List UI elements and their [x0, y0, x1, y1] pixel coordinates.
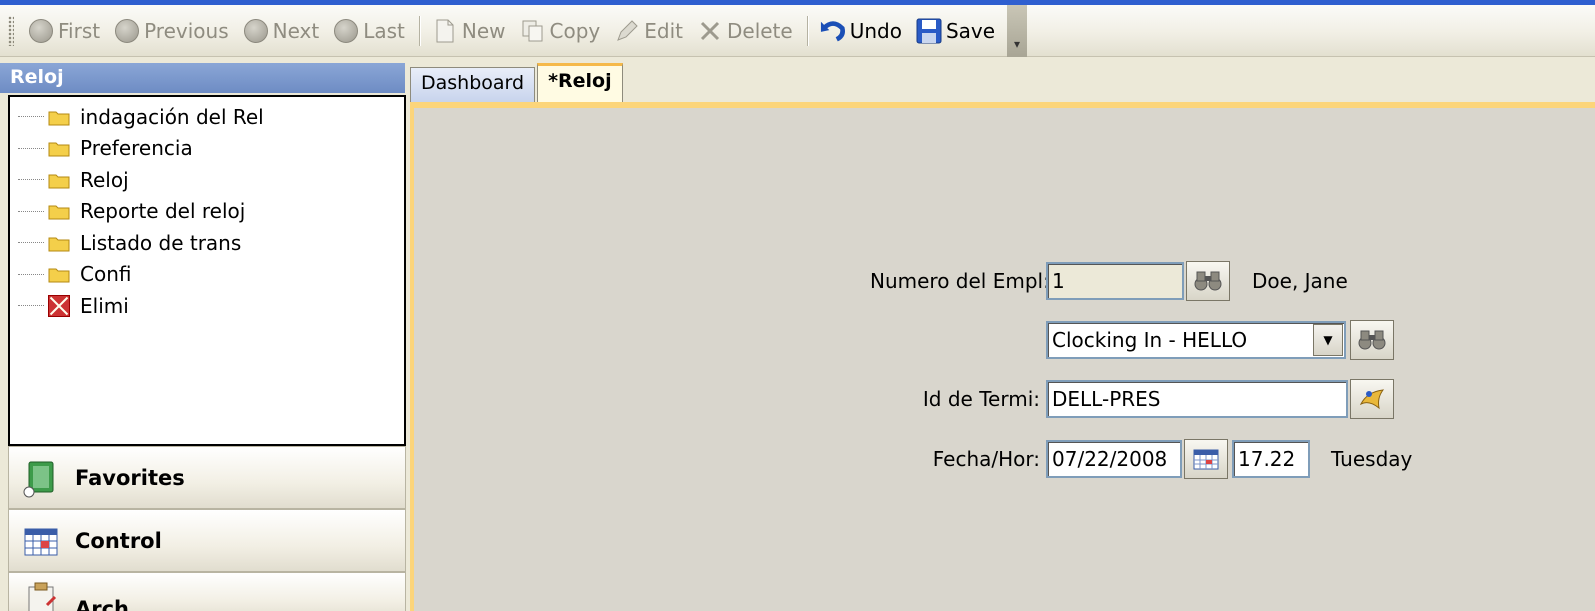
new-document-icon [432, 18, 458, 44]
edit-button[interactable]: Edit [608, 11, 689, 51]
folder-icon [48, 142, 70, 157]
previous-button[interactable]: Previous [108, 11, 235, 51]
clock-type-lookup-button[interactable] [1350, 320, 1394, 360]
undo-label: Undo [849, 18, 902, 43]
first-arrow-icon [28, 18, 54, 44]
weekday-text: Tuesday [1331, 447, 1413, 471]
folder-icon [48, 111, 70, 126]
tree-item-label: Reloj [80, 167, 129, 192]
undo-arrow-icon [820, 18, 846, 44]
app-window: First Previous Next Last New Copy Edit D… [0, 4, 1595, 611]
tab-reloj[interactable]: *Reloj [537, 63, 623, 103]
employee-lookup-button[interactable] [1186, 261, 1230, 301]
clipboard-icon [28, 582, 57, 611]
time-field[interactable]: 17.22 [1232, 440, 1310, 478]
tree-item[interactable]: Reporte del reloj [10, 196, 404, 228]
last-arrow-icon [333, 18, 359, 44]
date-field[interactable]: 07/22/2008 [1046, 440, 1182, 478]
nav-button-label: Control [75, 528, 162, 553]
nav-button-control[interactable]: Control [8, 509, 406, 572]
binoculars-icon [1194, 271, 1222, 291]
last-label: Last [363, 18, 405, 43]
last-button[interactable]: Last [327, 11, 411, 51]
new-button[interactable]: New [426, 11, 512, 51]
folder-icon [48, 237, 70, 252]
terminal-select-button[interactable] [1350, 379, 1394, 419]
save-button[interactable]: Save [910, 11, 1001, 51]
pencil-icon [614, 18, 640, 44]
next-button[interactable]: Next [237, 11, 326, 51]
calendar-icon [1193, 449, 1219, 470]
tree-connector [18, 210, 44, 212]
clock-form-panel: Numero del Empl: 1 Doe, Jane Clocking In… [410, 108, 1595, 611]
edit-label: Edit [644, 18, 683, 43]
calendar-grid-icon [24, 528, 58, 555]
document-tabs: Dashboard *Reloj [410, 63, 625, 103]
tree-item[interactable]: indagación del Rel [10, 101, 404, 133]
nav-button-label: Arch [75, 597, 130, 611]
terminal-id-label: Id de Termi: [922, 387, 1040, 411]
nav-button-label: Favorites [75, 465, 185, 490]
employee-number-field[interactable]: 1 [1046, 262, 1184, 300]
delete-label: Delete [726, 18, 793, 43]
navigation-tree: indagación del Rel Preferencia Reloj Rep… [8, 95, 406, 446]
tree-item[interactable]: Preferencia [10, 133, 404, 165]
copy-icon [520, 18, 546, 44]
toolbar-grip[interactable] [8, 15, 14, 46]
tree-item-label: Confi [80, 262, 132, 287]
floppy-disk-icon [916, 18, 942, 44]
terminal-id-field[interactable]: DELL-PRES [1046, 380, 1348, 418]
employee-number-label: Numero del Empl: [870, 269, 1050, 293]
notebook-icon [23, 461, 54, 497]
tree-connector [18, 273, 44, 275]
previous-arrow-icon [114, 18, 140, 44]
date-picker-button[interactable] [1184, 439, 1228, 479]
tree-connector [18, 116, 44, 118]
tree-item-label: Listado de trans [80, 230, 242, 255]
tree-connector [18, 179, 44, 181]
tree-item-label: Reporte del reloj [80, 199, 246, 224]
copy-button[interactable]: Copy [514, 11, 607, 51]
nav-button-arch[interactable]: Arch [8, 572, 406, 611]
chevron-down-icon[interactable]: ▼ [1313, 324, 1343, 356]
datetime-label: Fecha/Hor: [932, 447, 1040, 471]
record-toolbar: First Previous Next Last New Copy Edit D… [0, 4, 1595, 57]
folder-icon [48, 205, 70, 220]
folder-icon [48, 268, 70, 283]
save-label: Save [945, 18, 996, 43]
next-arrow-icon [243, 18, 269, 44]
toolbar-overflow-chevron-icon[interactable]: ▾ [1007, 4, 1028, 57]
tree-item-label: Preferencia [80, 136, 193, 161]
tree-connector [18, 305, 44, 307]
delete-x-icon [48, 294, 70, 317]
undo-button[interactable]: Undo [814, 11, 908, 51]
previous-label: Previous [144, 18, 229, 43]
binoculars-icon [1358, 330, 1386, 350]
tab-dashboard[interactable]: Dashboard [410, 67, 536, 103]
toolbar-separator [418, 15, 420, 46]
tree-item-label: Elimi [80, 293, 129, 318]
tree-item[interactable]: Elimi [10, 290, 404, 322]
tree-item[interactable]: Listado de trans [10, 227, 404, 259]
delete-x-icon [697, 18, 723, 44]
next-label: Next [272, 18, 320, 43]
first-button[interactable]: First [22, 11, 106, 51]
tree-item[interactable]: Confi [10, 259, 404, 291]
first-label: First [58, 18, 101, 43]
tree-item[interactable]: Reloj [10, 164, 404, 196]
copy-label: Copy [549, 18, 601, 43]
tree-item-label: indagación del Rel [80, 104, 264, 129]
terminal-arrow-icon [1359, 389, 1385, 410]
new-label: New [461, 18, 506, 43]
toolbar-separator [806, 15, 808, 46]
clock-type-select[interactable]: Clocking In - HELLO [1046, 321, 1346, 359]
employee-name: Doe, Jane [1252, 269, 1348, 293]
folder-icon [48, 174, 70, 189]
delete-button[interactable]: Delete [691, 11, 799, 51]
nav-button-favorites[interactable]: Favorites [8, 446, 406, 509]
tree-connector [18, 147, 44, 149]
tree-connector [18, 242, 44, 244]
left-panel-title: Reloj [0, 63, 405, 93]
